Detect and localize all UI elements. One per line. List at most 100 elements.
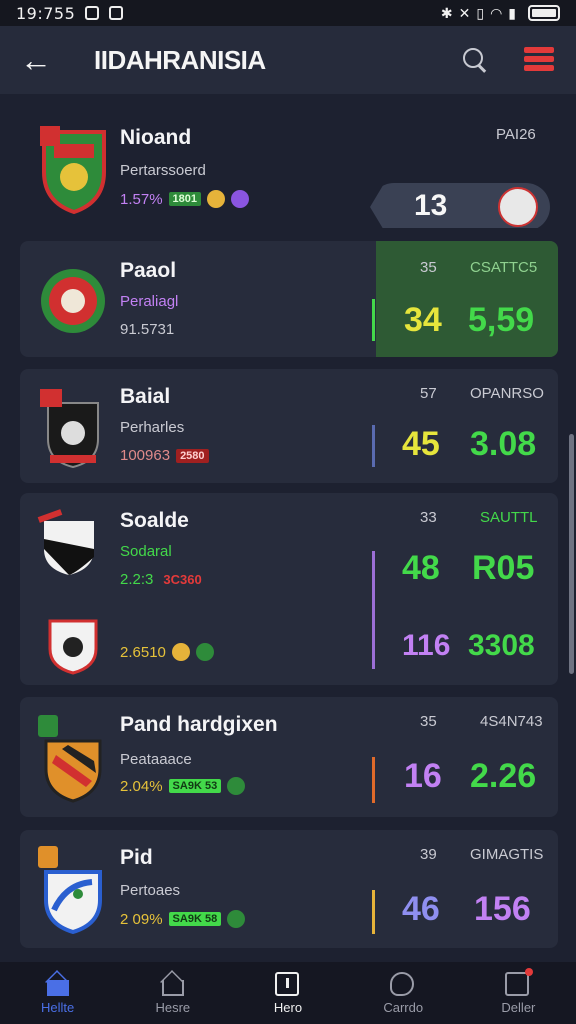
team-meta: 91.5731 bbox=[120, 321, 174, 338]
column-label: 35 bbox=[420, 259, 437, 276]
meta-pill: SA9K 58 bbox=[168, 912, 222, 926]
stat-value: 45 bbox=[402, 425, 440, 463]
team-crest-icon bbox=[40, 389, 99, 469]
meta-value: 2.6510 bbox=[120, 643, 166, 661]
team-subtitle: Peraliagl bbox=[120, 293, 179, 310]
nav-label: Hellte bbox=[40, 999, 75, 1015]
battery-icon bbox=[528, 5, 560, 21]
meta-pill: SA9K 53 bbox=[168, 779, 222, 793]
wifi-icon: ◠ bbox=[490, 4, 503, 21]
purple-badge-icon bbox=[231, 190, 250, 208]
nfc-icon: ▯ bbox=[476, 4, 485, 21]
stat-value: 34 bbox=[404, 301, 442, 339]
stat-value: R05 bbox=[472, 549, 535, 587]
emoji-face-icon bbox=[171, 643, 190, 661]
check-badge-icon bbox=[195, 643, 214, 661]
team-subtitle: Pertarssoerd bbox=[120, 162, 206, 179]
stat-value: 48 bbox=[402, 549, 440, 587]
edit-icon bbox=[505, 967, 534, 996]
team-meta: 1.57% 1801 bbox=[120, 190, 250, 208]
signal-icon: ▮ bbox=[508, 4, 516, 21]
match-card[interactable]: Paaol Peraliagl 91.5731 35 CSATTC5 34 5,… bbox=[20, 241, 558, 357]
match-card[interactable]: Pid Pertoaes 2 09% SA9K 58 39 GIMAGTIS 4… bbox=[20, 830, 558, 948]
stat-value: 3308 bbox=[468, 629, 535, 662]
opponent-crest-icon bbox=[498, 187, 538, 227]
team-name: Pand hardgixen bbox=[120, 713, 278, 736]
match-card[interactable]: Soalde Sodaral 2.2:3 3C360 2.6510 33 SAU… bbox=[20, 493, 558, 685]
divider-bar bbox=[372, 299, 375, 341]
team-name: Baial bbox=[120, 385, 171, 408]
home-icon bbox=[45, 972, 71, 996]
nav-item-deller[interactable]: Deller bbox=[461, 962, 576, 1024]
team-meta: 2.04% SA9K 53 bbox=[120, 777, 246, 795]
column-label: 4S4N743 bbox=[480, 713, 543, 730]
stat-value: 3.08 bbox=[470, 425, 537, 463]
nav-item-carrdo[interactable]: Carrdo bbox=[346, 962, 461, 1024]
check-badge-icon bbox=[227, 777, 246, 795]
stat-value: 5,59 bbox=[468, 301, 535, 339]
team-meta: 100963 2580 bbox=[120, 447, 209, 464]
nav-label: Carrdo bbox=[383, 999, 424, 1015]
divider-bar bbox=[372, 551, 375, 669]
score-pill[interactable]: 13 bbox=[370, 183, 550, 228]
column-label: PAI26 bbox=[496, 126, 536, 143]
meta-value: 2.04% bbox=[120, 777, 163, 795]
match-card[interactable]: Pand hardgixen Peataaace 2.04% SA9K 53 3… bbox=[20, 697, 558, 817]
team-name: Pid bbox=[120, 846, 153, 869]
match-card[interactable]: Nioand Pertarssoerd 1.57% 1801 PAI26 13 bbox=[20, 108, 558, 228]
team-crest-icon bbox=[37, 509, 94, 575]
meta-pill: 3C360 bbox=[163, 572, 202, 587]
team-crest-icon bbox=[38, 715, 102, 803]
scrollbar-thumb[interactable] bbox=[569, 434, 574, 674]
score-value: 13 bbox=[414, 189, 448, 222]
team-subtitle: Perharles bbox=[120, 419, 185, 436]
column-label: CSATTC5 bbox=[470, 259, 538, 276]
stat-value: 46 bbox=[402, 890, 440, 928]
match-card[interactable]: Baial Perharles 100963 2580 57 OPANRSO 4… bbox=[20, 369, 558, 483]
back-arrow-icon[interactable]: ← bbox=[20, 44, 56, 76]
mute-icon: ✕ bbox=[458, 4, 471, 21]
stat-value: 156 bbox=[474, 890, 531, 928]
stat-value: 16 bbox=[404, 757, 442, 795]
nav-item-hero[interactable]: Hero bbox=[230, 962, 345, 1024]
stat-value: 2.26 bbox=[470, 757, 537, 795]
meta-value: 91.5731 bbox=[120, 321, 175, 338]
team-subtitle: Sodaral bbox=[120, 543, 172, 560]
image-icon bbox=[109, 6, 124, 20]
bluetooth-icon: ✱ bbox=[440, 4, 453, 21]
team-name: Soalde bbox=[120, 509, 189, 532]
team-crest-icon bbox=[48, 619, 98, 675]
team-meta: 2 09% SA9K 58 bbox=[120, 910, 246, 928]
stat-value: 116 bbox=[402, 629, 451, 662]
notification-icon bbox=[85, 6, 100, 20]
team-subtitle: Peataaace bbox=[120, 751, 192, 768]
house-outline-icon bbox=[160, 972, 186, 996]
check-badge-icon bbox=[227, 910, 246, 928]
team-crest-icon bbox=[38, 846, 102, 934]
page-title: IIDAHRANISIA bbox=[94, 44, 266, 75]
divider-bar bbox=[372, 757, 375, 803]
meta-value: 2 09% bbox=[120, 910, 163, 928]
team-meta: 2.6510 bbox=[120, 643, 214, 661]
bottom-nav: Hellte Hesre Hero Carrdo Deller bbox=[0, 962, 576, 1024]
square-icon bbox=[275, 971, 301, 996]
column-label: GIMAGTIS bbox=[470, 846, 544, 863]
meta-pill: 1801 bbox=[168, 192, 202, 206]
team-name: Nioand bbox=[120, 126, 192, 149]
column-label: 35 bbox=[420, 713, 437, 730]
flag-menu-icon[interactable] bbox=[524, 45, 556, 75]
divider-bar bbox=[372, 425, 375, 467]
team-name: Paaol bbox=[120, 259, 177, 282]
search-icon[interactable] bbox=[460, 45, 490, 75]
nav-label: Hero bbox=[273, 999, 303, 1015]
team-meta: 2.2:3 3C360 bbox=[120, 571, 206, 588]
team-crest-icon bbox=[40, 126, 106, 214]
column-label: 57 bbox=[420, 385, 437, 402]
emoji-face-icon bbox=[207, 190, 226, 208]
nav-item-hesre[interactable]: Hesre bbox=[115, 962, 230, 1024]
status-icons: ✱ ✕ ▯ ◠ ▮ bbox=[441, 5, 560, 22]
column-label: OPANRSO bbox=[470, 385, 544, 402]
nav-item-home[interactable]: Hellte bbox=[0, 962, 115, 1024]
status-time: 19:755 bbox=[16, 3, 76, 23]
meta-value: 1.57% bbox=[120, 190, 163, 208]
